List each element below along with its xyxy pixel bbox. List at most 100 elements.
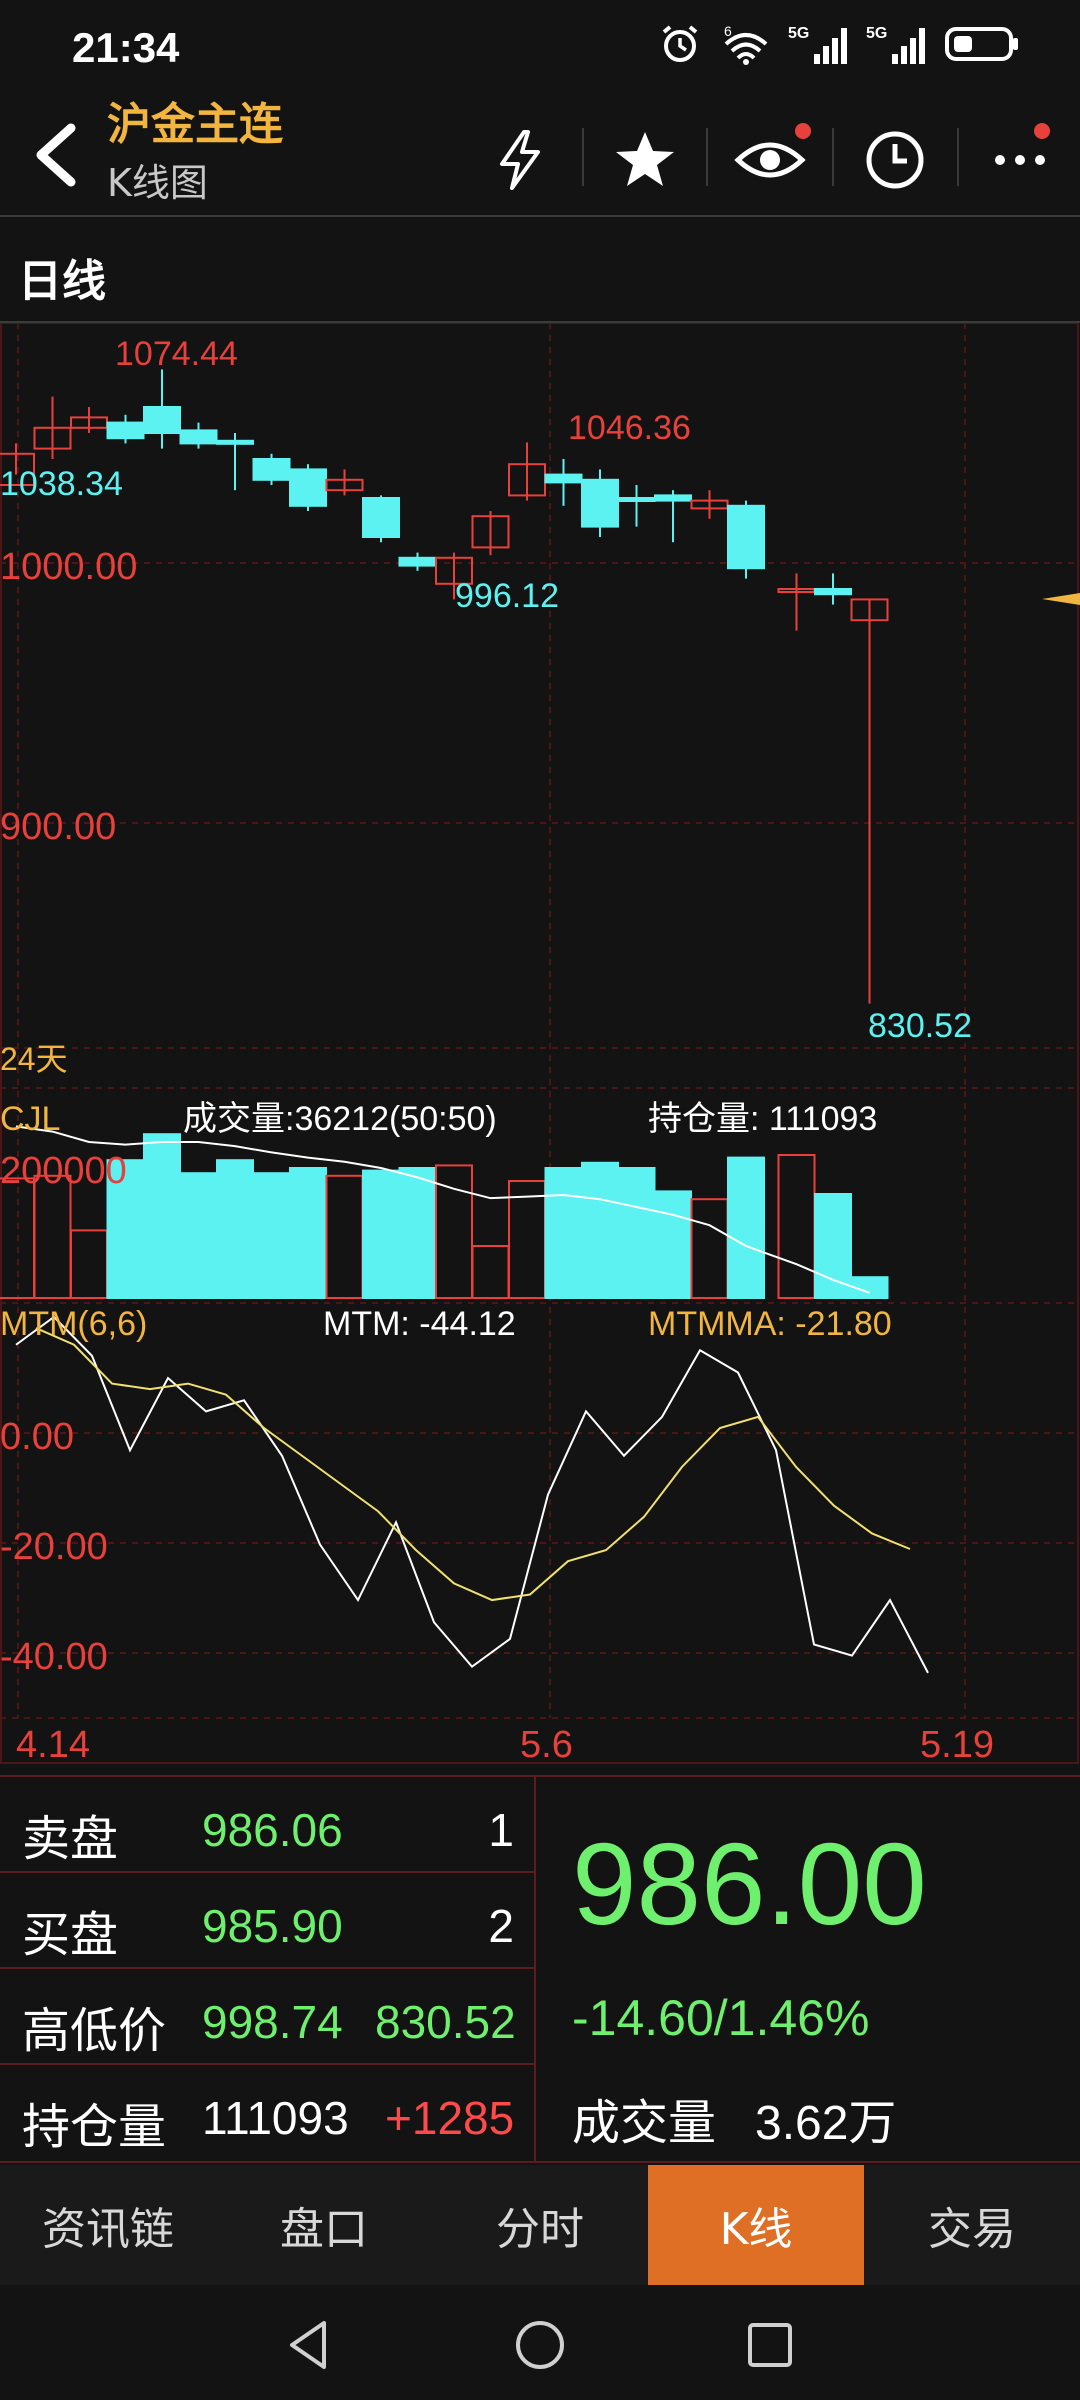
battery-icon xyxy=(945,27,1018,61)
volume-bar xyxy=(362,1169,400,1299)
status-bar: 21:34 6 5G 5G xyxy=(0,0,1080,100)
volume-bar xyxy=(179,1172,218,1300)
low-annotation: 830.52 xyxy=(868,1007,972,1045)
volume-bar xyxy=(727,1156,765,1299)
mtmma-value-text: MTMMA: -21.80 xyxy=(648,1305,892,1343)
signal-icon: 5G xyxy=(788,25,847,64)
status-icons: 6 5G 5G xyxy=(658,22,1020,66)
more-button[interactable] xyxy=(975,115,1065,205)
status-time: 21:34 xyxy=(72,24,180,71)
tab-trade[interactable]: 交易 xyxy=(864,2165,1080,2285)
mtm-lines xyxy=(15,1315,929,1674)
history-button[interactable] xyxy=(850,115,940,205)
candle-body xyxy=(216,439,254,445)
price-tick-1000: 1000.00 xyxy=(0,546,137,588)
volume-bar xyxy=(216,1159,254,1300)
open-interest-row: 持仓量 111093 +1285 xyxy=(0,2065,536,2161)
candle-body xyxy=(814,588,852,596)
volume-bar xyxy=(581,1161,619,1299)
candle-body xyxy=(106,421,145,440)
watch-button[interactable] xyxy=(725,115,815,205)
volume-bar xyxy=(70,1229,108,1300)
quote-panel: 卖盘 986.06 1 买盘 985.90 2 高低价 998.74 830.5… xyxy=(0,1775,1080,2163)
candle-body xyxy=(617,497,656,502)
alarm-icon xyxy=(662,25,698,62)
sell-label: 卖盘 xyxy=(22,1811,119,1867)
nav-back-icon[interactable] xyxy=(280,2315,340,2375)
volume-bar xyxy=(398,1167,437,1299)
price-tick-900: 900.00 xyxy=(0,806,116,848)
buy-price: 985.90 xyxy=(202,1900,343,1952)
days-label: 24天 xyxy=(0,1041,68,1077)
page-subtitle: K线图 xyxy=(107,161,208,205)
chart-labels: 1000.00 900.00 1074.44 1038.34 996.12 1046.36… xyxy=(0,335,1080,1765)
candle-body xyxy=(581,478,619,528)
sell-row[interactable]: 卖盘 986.06 1 xyxy=(0,1777,536,1873)
candle-body xyxy=(179,429,218,445)
tab-kline[interactable]: K线 xyxy=(648,2165,864,2285)
volume-bar xyxy=(690,1198,729,1300)
x-label-start: 4.14 xyxy=(16,1724,90,1765)
wifi-badge: 6 xyxy=(724,23,732,39)
volume-bar xyxy=(654,1190,692,1300)
mid-low-annotation: 996.12 xyxy=(455,577,559,615)
open-interest-change: +1285 xyxy=(385,2092,515,2144)
volume-bar xyxy=(33,1174,72,1299)
volume-bar xyxy=(325,1174,364,1299)
mtm-line xyxy=(15,1315,929,1674)
notification-dot xyxy=(795,123,811,139)
period-daily-tab[interactable]: 日线 xyxy=(18,245,106,309)
notification-dot-2 xyxy=(1034,123,1050,139)
volume-bar xyxy=(508,1180,546,1299)
tab-order-book[interactable]: 盘口 xyxy=(216,2165,432,2285)
mtm-value-text: MTM: -44.12 xyxy=(323,1305,516,1343)
bottom-tabs: 资讯链 盘口 分时 K线 交易 xyxy=(0,2165,1080,2285)
buy-row[interactable]: 买盘 985.90 2 xyxy=(0,1873,536,1969)
volume-bar xyxy=(617,1167,656,1299)
star-icon xyxy=(616,132,674,186)
low-price: 830.52 xyxy=(375,1996,516,2048)
buy-qty: 2 xyxy=(488,1900,514,1952)
tab-news-chain[interactable]: 资讯链 xyxy=(0,2165,216,2285)
candle-body xyxy=(252,458,291,481)
mtm-tick-40: -40.00 xyxy=(0,1636,108,1678)
candle-body xyxy=(143,406,181,434)
candle-body xyxy=(727,504,765,570)
candle-body xyxy=(289,468,327,507)
mtm-tick-20: -20.00 xyxy=(0,1526,108,1568)
header-separator-3 xyxy=(832,128,834,186)
high-annotation: 1074.44 xyxy=(115,335,238,373)
mtm-indicator-label: MTM(6,6) xyxy=(0,1305,147,1343)
candle-body xyxy=(398,556,437,567)
buy-label: 买盘 xyxy=(22,1907,119,1963)
volume-bars xyxy=(0,1125,889,1300)
nav-recents-icon[interactable] xyxy=(740,2315,800,2375)
sell-price: 986.06 xyxy=(202,1804,343,1856)
volume-tick-200000: 200000 xyxy=(0,1150,127,1192)
nav-home-icon[interactable] xyxy=(510,2315,570,2375)
sell-qty: 1 xyxy=(488,1804,514,1856)
eye-icon xyxy=(734,142,806,178)
mtm-tick-0: 0.00 xyxy=(0,1416,74,1458)
back-button[interactable] xyxy=(20,110,90,200)
order-book: 卖盘 986.06 1 买盘 985.90 2 高低价 998.74 830.5… xyxy=(0,1777,536,2163)
kline-chart[interactable]: 1000.00 900.00 1074.44 1038.34 996.12 1046.36… xyxy=(0,323,1080,1765)
volume-header-text: 成交量:36212(50:50) xyxy=(183,1100,497,1138)
lightning-icon xyxy=(500,130,540,190)
current-price-marker xyxy=(1042,593,1080,605)
system-nav-bar xyxy=(0,2285,1080,2400)
high-low-row: 高低价 998.74 830.52 xyxy=(0,1969,536,2065)
candle-body xyxy=(362,497,400,538)
volume-value: 3.62万 xyxy=(755,2097,897,2150)
candles xyxy=(0,369,889,1004)
period-bar: 日线 xyxy=(0,215,1080,323)
volume-indicator-label: CJL xyxy=(0,1100,60,1138)
header-separator-2 xyxy=(706,128,708,186)
candle-body xyxy=(544,473,583,484)
clock-icon xyxy=(866,131,924,189)
open-interest-value: 111093 xyxy=(202,2092,349,2144)
wifi-icon: 6 xyxy=(724,23,768,65)
favorite-button[interactable] xyxy=(600,115,690,205)
flash-button[interactable] xyxy=(475,115,565,205)
tab-intraday[interactable]: 分时 xyxy=(432,2165,648,2285)
